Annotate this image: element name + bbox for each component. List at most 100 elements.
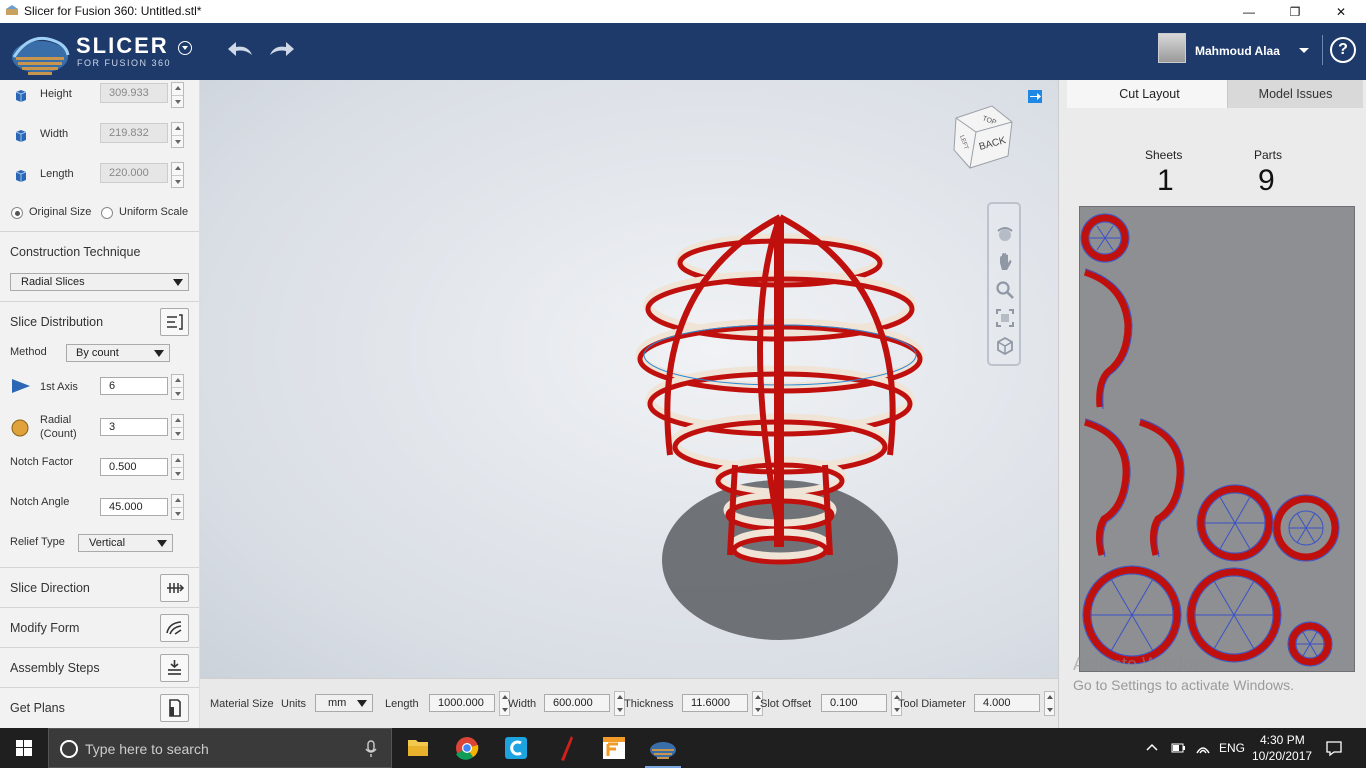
length-cube-icon [15,170,27,182]
modify-form-button[interactable] [160,614,189,642]
notch-factor-field[interactable]: 0.500 [100,458,168,476]
windows-logo-icon [16,740,32,756]
original-size-label[interactable]: Original Size [29,206,91,218]
avatar[interactable] [1158,33,1186,63]
orbit-icon[interactable] [995,224,1015,244]
units-value: mm [328,697,347,709]
width-stepper[interactable] [171,122,184,148]
height-field[interactable]: 309.933 [100,83,168,103]
undo-icon[interactable] [226,39,254,59]
fit-to-view-icon[interactable] [995,308,1015,328]
uniform-scale-radio[interactable] [101,207,113,219]
start-button[interactable] [0,728,48,768]
height-stepper[interactable] [171,82,184,108]
search-circle-icon [60,740,78,758]
material-width-field[interactable]: 600.000 [544,694,610,712]
assembly-steps-row[interactable]: Assembly Steps [0,647,199,687]
sliced-lamp-model [635,214,925,640]
taskbar-search[interactable]: Type here to search [48,728,392,768]
view-cube-toggle-icon[interactable] [995,336,1015,356]
thickness-field[interactable]: 11.6000 [682,694,748,712]
tab-model-issues[interactable]: Model Issues [1227,80,1363,108]
length-stepper[interactable] [171,162,184,188]
fusion360-taskbar-button[interactable] [590,732,638,764]
minimize-button[interactable]: — [1226,0,1272,23]
slice-direction-row[interactable]: Slice Direction [0,567,199,607]
c-app-icon [505,737,527,759]
app-c-taskbar-button[interactable] [492,732,540,764]
user-menu-caret-icon[interactable] [1299,48,1309,53]
app-menu-chevron-icon[interactable] [178,41,192,55]
3d-viewport[interactable]: TOP BACK LEFT [200,80,1058,678]
radial-field[interactable]: 3 [100,418,168,436]
divider [0,231,199,232]
window-titlebar: Slicer for Fusion 360: Untitled.stl* — ❐… [0,0,1366,23]
tool-diameter-stepper[interactable] [1044,691,1055,716]
notifications-icon[interactable] [1325,739,1343,757]
home-view-icon[interactable] [1028,90,1042,103]
modify-form-row[interactable]: Modify Form [0,607,199,647]
pen-app-taskbar-button[interactable] [541,732,589,764]
axis1-stepper[interactable] [171,374,184,400]
chrome-icon [456,737,479,760]
slice-distribution-button[interactable] [160,308,189,336]
cut-layout-sheet[interactable] [1079,206,1355,672]
notch-factor-stepper[interactable] [171,454,184,480]
slicer-taskbar-button[interactable] [639,732,687,768]
navigation-bar [987,202,1021,366]
clock-time[interactable]: 4:30 PM [1260,733,1305,747]
slice-direction-label: Slice Direction [10,581,90,595]
modify-form-label: Modify Form [10,621,80,635]
list-settings-icon [167,314,183,330]
chevron-down-icon [157,540,167,547]
slot-offset-field[interactable]: 0.100 [821,694,887,712]
relief-type-value: Vertical [89,537,126,549]
axis1-label: 1st Axis [40,381,78,393]
clock-date[interactable]: 10/20/2017 [1252,749,1312,763]
notch-angle-stepper[interactable] [171,494,184,520]
battery-icon[interactable] [1170,740,1186,756]
method-select[interactable]: By count [66,344,170,362]
chrome-taskbar-button[interactable] [443,732,491,764]
chevron-down-icon [173,279,183,286]
units-select[interactable]: mm [315,694,373,712]
file-explorer-taskbar-button[interactable] [394,732,442,764]
material-length-field[interactable]: 1000.000 [429,694,495,712]
relief-type-select[interactable]: Vertical [78,534,173,552]
maximize-button[interactable]: ❐ [1272,0,1318,23]
tab-cut-layout[interactable]: Cut Layout [1067,80,1232,108]
length-field[interactable]: 220.000 [100,163,168,183]
notch-angle-field[interactable]: 45.000 [100,498,168,516]
get-plans-button[interactable] [160,694,189,722]
wifi-icon[interactable] [1195,740,1211,756]
units-label: Units [281,698,307,710]
width-row: Width 219.832 [0,122,199,152]
length-label: Length [40,168,74,180]
relief-type-label: Relief Type [10,536,65,548]
divider [0,301,199,302]
language-indicator[interactable]: ENG [1219,741,1245,755]
viewcube[interactable]: TOP BACK LEFT [948,100,1018,170]
user-name[interactable]: Mahmoud Alaa [1195,44,1280,58]
construction-technique-select[interactable]: Radial Slices [10,273,189,291]
axis1-field[interactable]: 6 [100,377,168,395]
uniform-scale-label[interactable]: Uniform Scale [119,206,188,218]
zoom-magnifier-icon[interactable] [995,280,1015,300]
assembly-steps-button[interactable] [160,654,189,682]
close-button[interactable]: ✕ [1318,0,1364,23]
original-size-radio[interactable] [11,207,23,219]
header-divider [1322,35,1323,65]
help-icon[interactable]: ? [1330,37,1356,63]
radial-stepper[interactable] [171,414,184,440]
get-plans-row[interactable]: Get Plans [0,687,199,727]
slot-offset-label: Slot Offset [760,698,812,710]
method-value: By count [76,347,119,359]
windows-taskbar: Type here to search ENG 4:30 PM 10/20/20… [0,728,1366,768]
chevron-up-icon[interactable] [1144,740,1160,756]
width-field[interactable]: 219.832 [100,123,168,143]
slice-direction-button[interactable] [160,574,189,602]
tool-diameter-field[interactable]: 4.000 [974,694,1040,712]
microphone-icon[interactable] [365,740,377,758]
pan-hand-icon[interactable] [995,252,1015,272]
redo-icon[interactable] [268,39,296,59]
